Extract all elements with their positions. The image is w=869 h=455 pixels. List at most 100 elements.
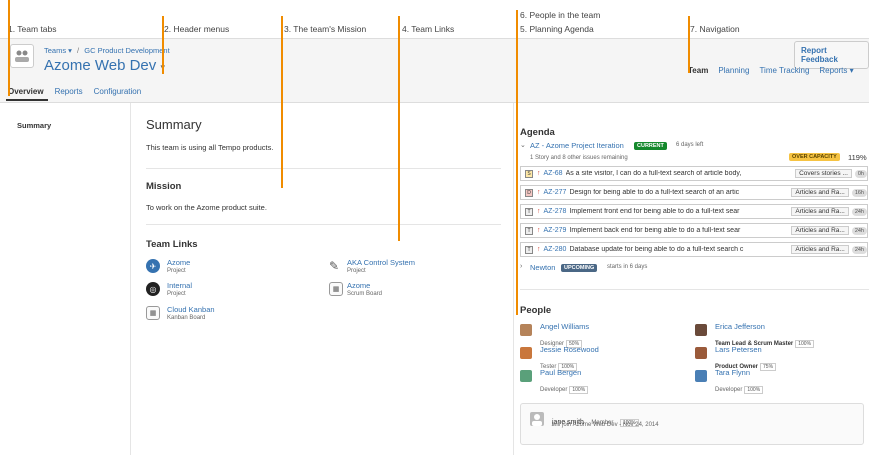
person-role-row: Developer 100% (715, 378, 764, 396)
issue-summary: Database update for being able to do a f… (569, 246, 744, 253)
design-icon: D (525, 188, 533, 197)
issue-row[interactable]: S ↑ AZ-68 As a site visitor, I can do a … (520, 166, 868, 181)
callout-planning-agenda: 5. Planning Agenda (520, 24, 594, 34)
divider (146, 224, 501, 225)
callout-team-links: 4. Team Links (402, 24, 455, 34)
chevron-down-icon[interactable]: ⌄ (520, 141, 526, 149)
estimate-badge: 24h (851, 245, 867, 254)
person-name[interactable]: Tara Flynn (715, 368, 750, 377)
breadcrumb-teams[interactable]: Teams ▾ (44, 46, 72, 55)
person-name[interactable]: Paul Bergen (540, 368, 581, 377)
epic-label: Articles and Ra... (791, 207, 849, 216)
person-name[interactable]: Jessie Rosewood (540, 345, 599, 354)
epic-label: Articles and Ra... (791, 188, 849, 197)
project-icon: ✈ (146, 259, 160, 273)
issue-key[interactable]: AZ-280 (544, 246, 567, 253)
callout-line-header-menus (162, 16, 164, 74)
team-link-type: Scrum Board (347, 291, 383, 297)
story-icon: S (525, 169, 533, 178)
top-navigation: Team Planning Time Tracking Reports ▾ (688, 66, 854, 75)
allocation-badge: 100% (795, 340, 815, 348)
avatar (520, 370, 532, 382)
breadcrumb-program[interactable]: GC Product Development (84, 46, 169, 55)
issue-key[interactable]: AZ-68 (544, 170, 563, 177)
priority-up-icon: ↑ (537, 189, 541, 196)
tab-configuration[interactable]: Configuration (94, 87, 142, 96)
board-icon: ▦ (146, 306, 160, 320)
person-role: Developer (540, 387, 568, 393)
team-link-type: Project (167, 291, 186, 297)
callout-mission: 3. The team's Mission (284, 24, 367, 34)
callout-team-tabs: 1. Team tabs (8, 24, 57, 34)
annotated-screenshot: 1. Team tabs 2. Header menus 3. The team… (0, 0, 869, 455)
person-name[interactable]: Erica Jefferson (715, 322, 765, 331)
team-link-azome-board[interactable]: Azome (347, 281, 370, 290)
chevron-right-icon[interactable]: › (520, 263, 522, 270)
active-tab-underline (6, 99, 48, 101)
estimate-badge: 16h (851, 188, 867, 197)
issue-summary: Design for being able to do a full-text … (569, 189, 740, 196)
callout-navigation: 7. Navigation (690, 24, 740, 34)
capacity-percent: 119% (848, 153, 867, 162)
divider (146, 168, 501, 169)
status-badge: UPCOMING (561, 264, 598, 272)
callout-people: 6. People in the team (520, 10, 601, 20)
callout-line-team-links (398, 16, 400, 241)
issue-row[interactable]: T ↑ AZ-278 Implement front end for being… (520, 204, 868, 219)
team-link-azome[interactable]: Azome (167, 258, 190, 267)
priority-up-icon: ↑ (537, 170, 541, 177)
person-name[interactable]: Lars Petersen (715, 345, 762, 354)
team-link-type: Project (347, 268, 366, 274)
task-icon: T (525, 207, 533, 216)
issue-key[interactable]: AZ-277 (544, 189, 567, 196)
divider (520, 289, 869, 290)
avatar (695, 324, 707, 336)
issue-row[interactable]: T ↑ AZ-280 Database update for being abl… (520, 242, 868, 257)
task-icon: T (525, 245, 533, 254)
team-title[interactable]: Azome Web Dev ▾ (44, 57, 165, 74)
callout-line-agenda-people (516, 10, 518, 315)
team-link-internal[interactable]: Internal (167, 281, 192, 290)
capacity-badge: OVER CAPACITY (789, 153, 840, 161)
allocation-badge: 100% (569, 386, 589, 394)
iteration-link[interactable]: Newton (530, 263, 555, 272)
tab-overview[interactable]: Overview (8, 87, 44, 96)
issue-row[interactable]: T ↑ AZ-279 Implement back end for being … (520, 223, 868, 238)
summary-text: This team is using all Tempo products. (146, 143, 274, 152)
status-badge: CURRENT (634, 142, 667, 150)
team-link-type: Kanban Board (167, 315, 206, 321)
team-icon (10, 44, 34, 68)
nav-team[interactable]: Team (688, 66, 708, 75)
estimate-badge: 24h (851, 226, 867, 235)
nav-planning[interactable]: Planning (718, 66, 749, 75)
summary-title: Summary (146, 117, 202, 132)
person-role-row: Developer 100% (540, 378, 589, 396)
team-link-aka-control-system[interactable]: AKA Control System (347, 258, 415, 267)
starts-in: starts in 6 days (607, 264, 648, 270)
callout-line-mission (281, 16, 283, 188)
tab-reports[interactable]: Reports (55, 87, 83, 96)
report-feedback-button[interactable]: Report Feedback (794, 41, 869, 69)
nav-time-tracking[interactable]: Time Tracking (759, 66, 809, 75)
agenda-title: Agenda (520, 127, 555, 138)
remaining-issues: 1 Story and 8 other issues remaining (530, 155, 628, 161)
issue-key[interactable]: AZ-278 (544, 208, 567, 215)
team-tabs: Overview Reports Configuration (8, 87, 141, 96)
avatar (695, 370, 707, 382)
mission-title: Mission (146, 181, 182, 192)
issue-row[interactable]: D ↑ AZ-277 Design for being able to do a… (520, 185, 868, 200)
join-note: will join Azome Web Dev - Nov 24, 2014 (552, 422, 659, 428)
project-icon: ◎ (146, 282, 160, 296)
epic-label: Covers stories ... (795, 169, 852, 178)
days-left: 6 days left (676, 142, 704, 148)
callout-line-navigation (688, 16, 690, 73)
issue-key[interactable]: AZ-279 (544, 227, 567, 234)
iteration-link[interactable]: AZ - Azome Project Iteration (530, 141, 624, 150)
sidebar-item-summary[interactable]: Summary (17, 121, 51, 130)
mission-text: To work on the Azome product suite. (146, 203, 267, 212)
nav-reports[interactable]: Reports ▾ (819, 66, 853, 75)
breadcrumb-separator: / (77, 46, 80, 55)
avatar (520, 324, 532, 336)
person-name[interactable]: Angel Williams (540, 322, 589, 331)
team-link-cloud-kanban[interactable]: Cloud Kanban (167, 305, 215, 314)
